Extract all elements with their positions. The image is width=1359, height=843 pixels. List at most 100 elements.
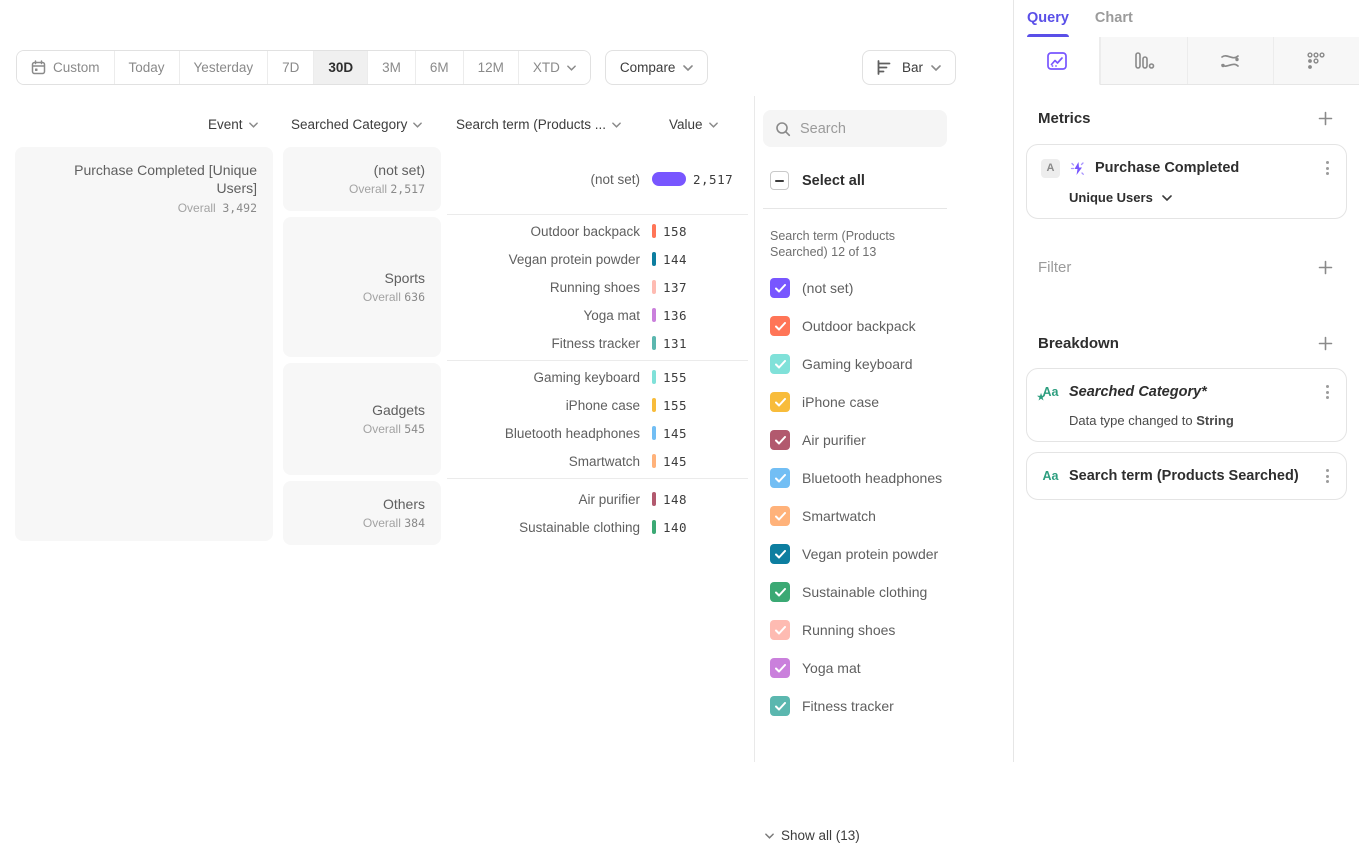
term-row[interactable]: Smartwatch145	[447, 447, 748, 475]
legend-search-input[interactable]	[800, 121, 930, 137]
legend-item[interactable]: Running shoes	[770, 620, 942, 640]
legend-item[interactable]: (not set)	[770, 278, 942, 298]
term-row[interactable]: Sustainable clothing140	[447, 513, 748, 541]
category-cell[interactable]: (not set)Overall 2,517	[283, 147, 441, 211]
term-row[interactable]: Gaming keyboard155	[447, 363, 748, 391]
chart-type-selector[interactable]: Bar	[862, 50, 956, 85]
term-row[interactable]: Vegan protein powder144	[447, 245, 748, 273]
series-checkbox[interactable]	[770, 506, 790, 526]
date-range-7d[interactable]: 7D	[268, 51, 314, 84]
series-checkbox[interactable]	[770, 354, 790, 374]
category-cell[interactable]: GadgetsOverall 545	[283, 363, 441, 475]
date-range-yesterday[interactable]: Yesterday	[180, 51, 269, 84]
series-checkbox[interactable]	[770, 696, 790, 716]
legend-search[interactable]	[763, 110, 947, 147]
series-checkbox[interactable]	[770, 278, 790, 298]
column-header-event[interactable]: Event	[208, 117, 258, 132]
value-bar[interactable]	[652, 520, 656, 534]
chevron-down-icon	[567, 65, 576, 71]
legend-item-label: Yoga mat	[802, 660, 861, 676]
legend-item[interactable]: Sustainable clothing	[770, 582, 942, 602]
legend-item[interactable]: iPhone case	[770, 392, 942, 412]
event-cell[interactable]: Purchase Completed [Unique Users] Overal…	[15, 147, 273, 541]
series-checkbox[interactable]	[770, 430, 790, 450]
term-row[interactable]: Bluetooth headphones145	[447, 419, 748, 447]
show-all-button[interactable]: Show all (13)	[765, 828, 860, 843]
check-icon	[775, 550, 786, 559]
series-checkbox[interactable]	[770, 392, 790, 412]
breakdown-card-searched-category[interactable]: Aa★ Searched Category* Data type changed…	[1026, 368, 1347, 442]
tab-funnels[interactable]	[1100, 37, 1186, 84]
breakdown-header-row: Breakdown	[1014, 332, 1359, 355]
legend-item[interactable]: Vegan protein powder	[770, 544, 942, 564]
add-metric-button[interactable]	[1314, 107, 1337, 130]
tab-flows[interactable]	[1187, 37, 1273, 84]
tab-retention[interactable]	[1273, 37, 1359, 84]
series-checkbox[interactable]	[770, 316, 790, 336]
value-bar[interactable]	[652, 492, 656, 506]
term-row[interactable]: (not set)2,517	[447, 165, 748, 193]
term-row[interactable]: iPhone case155	[447, 391, 748, 419]
term-row[interactable]: Fitness tracker131	[447, 329, 748, 357]
retention-dots-icon	[1305, 50, 1327, 72]
metric-letter-badge: A	[1041, 159, 1060, 178]
series-checkbox[interactable]	[770, 658, 790, 678]
term-row[interactable]: Running shoes137	[447, 273, 748, 301]
category-cell[interactable]: SportsOverall 636	[283, 217, 441, 357]
metric-card[interactable]: A Purchase Completed Unique Users	[1026, 144, 1347, 219]
date-range-6m[interactable]: 6M	[416, 51, 464, 84]
value-bar[interactable]	[652, 252, 656, 266]
legend-item[interactable]: Gaming keyboard	[770, 354, 942, 374]
legend-item[interactable]: Fitness tracker	[770, 696, 942, 716]
breakdown-kebab-menu[interactable]	[1323, 382, 1332, 402]
column-header-category[interactable]: Searched Category	[291, 117, 422, 132]
date-range-30d[interactable]: 30D	[314, 51, 368, 84]
legend-item[interactable]: Yoga mat	[770, 658, 942, 678]
value-bar[interactable]	[652, 426, 656, 440]
term-row[interactable]: Yoga mat136	[447, 301, 748, 329]
term-row[interactable]: Outdoor backpack158	[447, 217, 748, 245]
breakdown-kebab-menu[interactable]	[1323, 466, 1332, 486]
metric-kebab-menu[interactable]	[1323, 158, 1332, 178]
date-range-12m[interactable]: 12M	[464, 51, 519, 84]
value-text: 144	[663, 252, 687, 267]
series-checkbox[interactable]	[770, 468, 790, 488]
value-bar[interactable]	[652, 370, 656, 384]
value-bar[interactable]	[652, 224, 656, 238]
breakdown-card-search-term[interactable]: Aa Search term (Products Searched)	[1026, 452, 1347, 500]
date-range-xtd[interactable]: XTD	[519, 51, 590, 84]
legend-item[interactable]: Outdoor backpack	[770, 316, 942, 336]
add-filter-button[interactable]	[1314, 256, 1337, 279]
value-bar[interactable]	[652, 280, 656, 294]
tab-insights[interactable]	[1014, 37, 1100, 85]
series-checkbox[interactable]	[770, 620, 790, 640]
category-cell[interactable]: OthersOverall 384	[283, 481, 441, 545]
column-header-value[interactable]: Value	[669, 117, 718, 132]
value-bar[interactable]	[652, 336, 656, 350]
add-breakdown-button[interactable]	[1314, 332, 1337, 355]
legend-item[interactable]: Smartwatch	[770, 506, 942, 526]
legend-item-label: Sustainable clothing	[802, 584, 927, 600]
select-all-row[interactable]: Select all	[770, 171, 865, 190]
term-label: Outdoor backpack	[447, 224, 640, 239]
select-all-checkbox[interactable]	[770, 171, 789, 190]
series-checkbox[interactable]	[770, 582, 790, 602]
plus-icon	[1318, 336, 1333, 351]
term-row[interactable]: Air purifier148	[447, 485, 748, 513]
check-icon	[775, 360, 786, 369]
legend-item[interactable]: Bluetooth headphones	[770, 468, 942, 488]
tab-chart[interactable]: Chart	[1095, 10, 1133, 37]
value-bar[interactable]	[652, 398, 656, 412]
date-range-custom[interactable]: Custom	[17, 51, 115, 84]
compare-button[interactable]: Compare	[605, 50, 709, 85]
value-bar[interactable]	[652, 454, 656, 468]
value-bar[interactable]	[652, 308, 656, 322]
value-bar[interactable]	[652, 172, 686, 186]
metric-aggregation[interactable]: Unique Users	[1069, 190, 1153, 205]
series-checkbox[interactable]	[770, 544, 790, 564]
tab-query[interactable]: Query	[1027, 10, 1069, 37]
date-range-today[interactable]: Today	[115, 51, 180, 84]
column-header-search-term[interactable]: Search term (Products ...	[456, 117, 621, 132]
legend-item[interactable]: Air purifier	[770, 430, 942, 450]
date-range-3m[interactable]: 3M	[368, 51, 416, 84]
